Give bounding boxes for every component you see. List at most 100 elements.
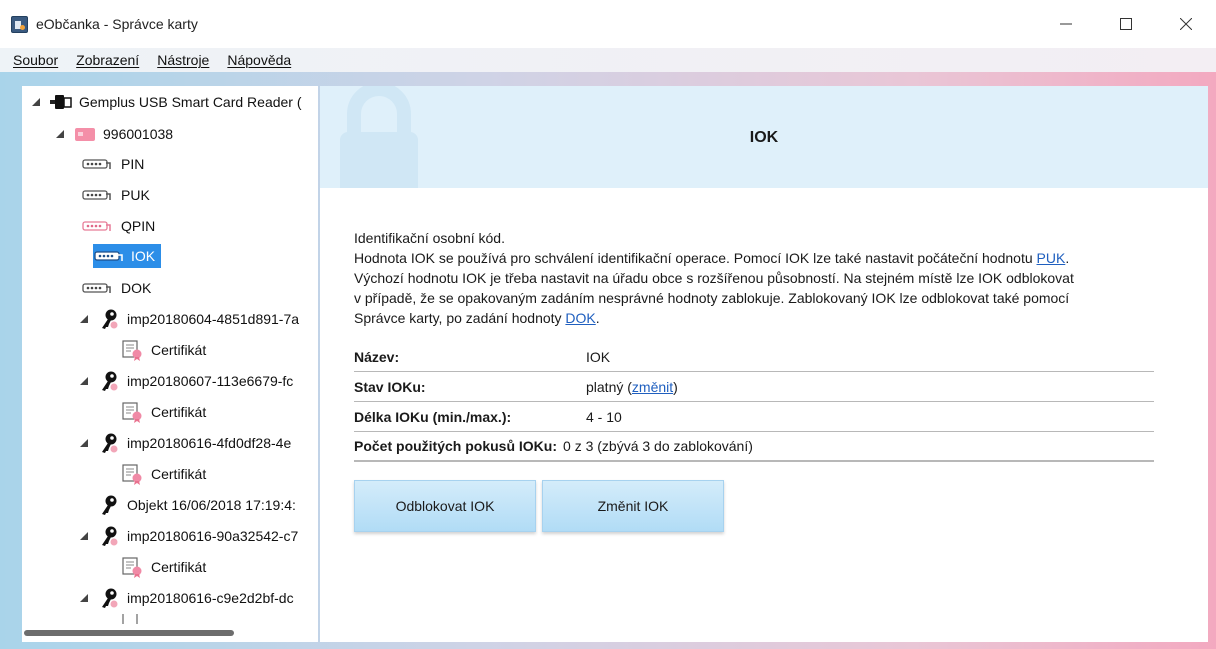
pin-label: PIN (121, 156, 145, 172)
key-icon (98, 494, 120, 516)
tree-item-key-1[interactable]: imp20180604-4851d891-7a (78, 307, 302, 331)
menu-nastroje[interactable]: Nástroje (154, 52, 212, 68)
minimize-button[interactable] (1036, 0, 1096, 48)
header-band: IOK (320, 86, 1208, 188)
key-label: imp20180616-c9e2d2bf-dc (127, 590, 294, 606)
dok-link[interactable]: DOK (565, 310, 595, 326)
close-button[interactable] (1156, 0, 1216, 48)
tree-item-key-3[interactable]: imp20180616-4fd0df28-4e (78, 431, 294, 455)
close-icon (1180, 18, 1192, 30)
tree-item-cert-2[interactable]: Certifikát (120, 400, 209, 424)
tree-horizontal-scrollbar[interactable] (24, 630, 234, 636)
certificate-icon (120, 339, 144, 361)
pin-pad-pink-icon (82, 219, 114, 233)
description-line: Identifikační osobní kód. (354, 230, 505, 246)
property-row-length: Délka IOKu (min./max.): 4 - 10 (354, 402, 1154, 432)
menu-napoveda[interactable]: Nápověda (224, 52, 294, 68)
tree-item-key-2[interactable]: imp20180607-113e6679-fc (78, 369, 296, 393)
menu-soubor[interactable]: Soubor (10, 52, 61, 68)
certificate-icon (120, 556, 144, 578)
collapse-icon[interactable] (30, 96, 42, 108)
description-line: Výchozí hodnotu IOK je třeba nastavit na… (354, 270, 1074, 286)
property-label: Název: (354, 348, 400, 365)
detail-panel: IOK Identifikační osobní kód. Hodnota IO… (320, 86, 1208, 642)
page-title: IOK (749, 129, 779, 146)
tree-item-cert-6-partial (120, 614, 148, 624)
menu-bar: Soubor Zobrazení Nástroje Nápověda (0, 48, 1216, 72)
pin-pad-icon (82, 281, 114, 295)
window-controls (1036, 0, 1216, 48)
key-cert-icon (98, 432, 120, 454)
card-label: 996001038 (103, 126, 174, 142)
qpin-label: QPIN (121, 218, 156, 234)
key-label: imp20180604-4851d891-7a (127, 311, 300, 327)
maximize-icon (1120, 18, 1132, 30)
maximize-button[interactable] (1096, 0, 1156, 48)
object-label: Objekt 16/06/2018 17:19:4: (127, 497, 296, 513)
tree-item-cert-3[interactable]: Certifikát (120, 462, 209, 486)
description-line: Hodnota IOK se používá pro schválení ide… (354, 250, 1070, 266)
description-line: Správce karty, po zadání hodnoty DOK. (354, 310, 600, 326)
pin-pad-icon (82, 157, 114, 171)
card-tree-panel: Gemplus USB Smart Card Reader ( 99600103… (22, 86, 318, 642)
tree-item-dok[interactable]: DOK (82, 276, 154, 300)
pin-pad-icon (94, 249, 126, 263)
smart-card-icon (74, 126, 96, 142)
tree-item-qpin[interactable]: QPIN (82, 214, 158, 238)
card-reader-icon (50, 93, 72, 111)
key-label: imp20180616-90a32542-c7 (127, 528, 299, 544)
certificate-label: Certifikát (151, 559, 207, 575)
tree-item-pin[interactable]: PIN (82, 152, 147, 176)
description: Identifikační osobní kód. Hodnota IOK se… (354, 228, 1184, 328)
tree-item-key-5[interactable]: imp20180616-90a32542-c7 (78, 524, 301, 548)
title-bar: eObčanka - Správce karty (0, 0, 1216, 48)
property-value: 0 z 3 (zbývá 3 do zablokování) (563, 438, 753, 454)
action-buttons: Odblokovat IOK Změnit IOK (354, 480, 724, 532)
property-row-status: Stav IOKu: platný (změnit) (354, 372, 1154, 402)
window-title: eObčanka - Správce karty (36, 16, 198, 32)
collapse-icon[interactable] (78, 592, 90, 604)
tree-item-key-6[interactable]: imp20180616-c9e2d2bf-dc (78, 586, 297, 610)
tree-item-object[interactable]: Objekt 16/06/2018 17:19:4: (98, 493, 299, 517)
collapse-icon[interactable] (78, 313, 90, 325)
change-iok-button[interactable]: Změnit IOK (542, 480, 724, 532)
tree-item-cert-5[interactable]: Certifikát (120, 555, 209, 579)
tree-item-puk[interactable]: PUK (82, 183, 153, 207)
puk-link[interactable]: PUK (1037, 250, 1066, 266)
certificate-icon (120, 401, 144, 423)
minimize-icon (1060, 23, 1072, 25)
key-cert-icon (98, 525, 120, 547)
property-row-attempts: Počet použitých pokusů IOKu: 0 z 3 (zbýv… (354, 432, 1154, 462)
unblock-iok-button[interactable]: Odblokovat IOK (354, 480, 536, 532)
property-row-name: Název: IOK (354, 342, 1154, 372)
property-value: 4 - 10 (586, 408, 622, 425)
key-label: imp20180607-113e6679-fc (127, 373, 294, 389)
key-cert-icon (98, 370, 120, 392)
puk-label: PUK (121, 187, 150, 203)
property-value: platný (změnit) (586, 378, 678, 395)
collapse-icon[interactable] (78, 530, 90, 542)
certificate-icon (120, 463, 144, 485)
key-cert-icon (98, 308, 120, 330)
certificate-label: Certifikát (151, 404, 207, 420)
key-cert-icon (98, 587, 120, 609)
change-status-link[interactable]: změnit (632, 379, 673, 395)
pin-pad-icon (82, 188, 114, 202)
tree-item-iok[interactable]: IOK (93, 244, 162, 268)
certificate-label: Certifikát (151, 342, 207, 358)
certificate-icon (120, 614, 144, 624)
property-value: IOK (586, 348, 611, 365)
property-label: Stav IOKu: (354, 378, 426, 395)
tree-item-cert-1[interactable]: Certifikát (120, 338, 209, 362)
reader-label: Gemplus USB Smart Card Reader ( (79, 94, 302, 110)
key-label: imp20180616-4fd0df28-4e (127, 435, 292, 451)
tree-selection-highlight: IOK (93, 244, 162, 268)
dok-label: DOK (121, 280, 152, 296)
menu-zobrazeni[interactable]: Zobrazení (73, 52, 142, 68)
iok-label: IOK (131, 248, 156, 264)
tree-item-reader[interactable]: Gemplus USB Smart Card Reader ( (30, 90, 305, 114)
tree-item-card[interactable]: 996001038 (54, 122, 176, 146)
collapse-icon[interactable] (78, 375, 90, 387)
collapse-icon[interactable] (54, 128, 66, 140)
collapse-icon[interactable] (78, 437, 90, 449)
